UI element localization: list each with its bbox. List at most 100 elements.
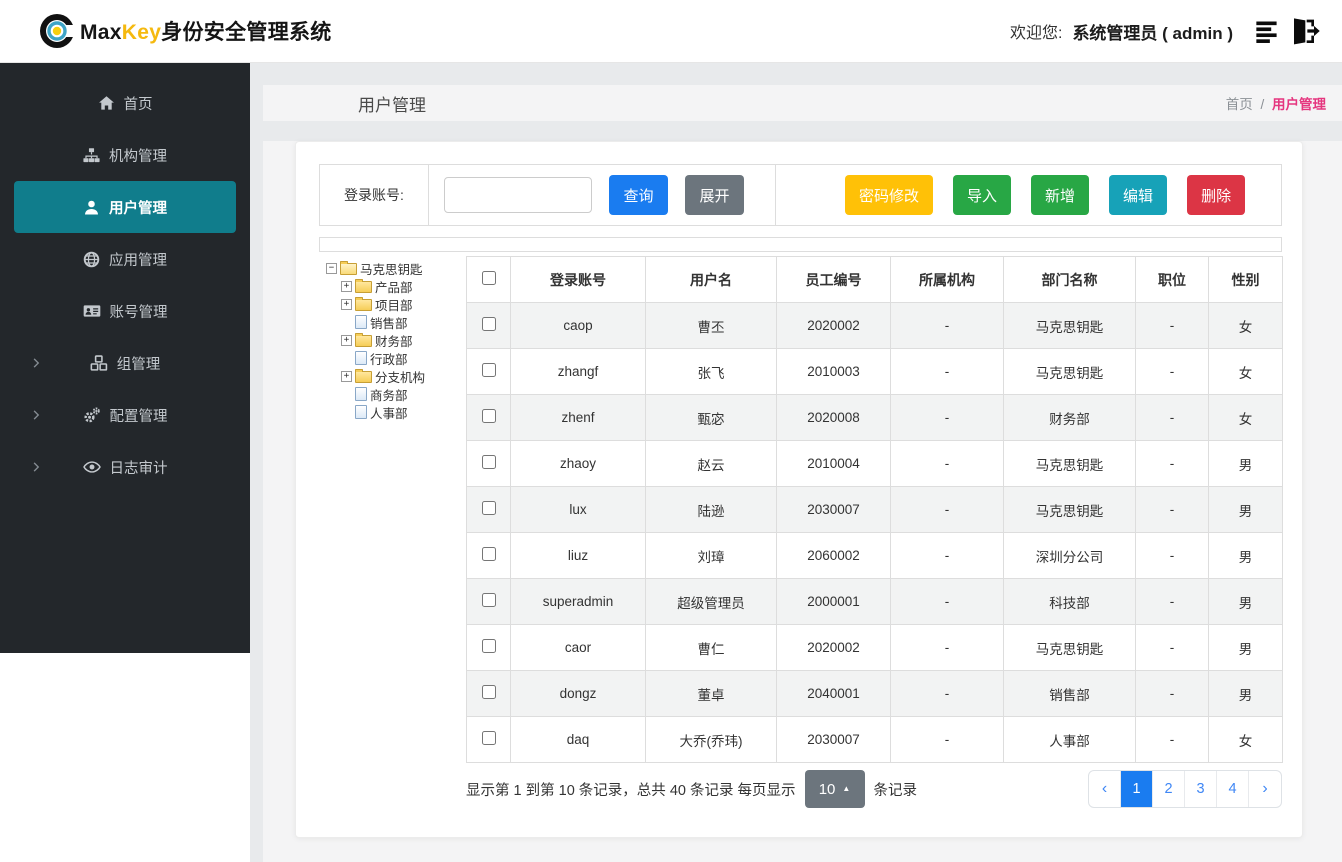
row-checkbox[interactable]: [481, 731, 496, 745]
row-checkbox[interactable]: [481, 547, 496, 561]
row-checkbox[interactable]: [481, 501, 496, 515]
expand-icon[interactable]: +: [341, 370, 352, 382]
table-cell: 男: [1208, 532, 1283, 579]
table-cell: 深圳分公司: [1003, 532, 1136, 579]
table-row-superadmin[interactable]: superadmin 超级管理员 2000001- 科技部 - 男: [466, 578, 1283, 625]
column-header[interactable]: 职位: [1135, 256, 1209, 303]
column-header[interactable]: 用户名: [645, 256, 777, 303]
table-cell: 女: [1208, 348, 1283, 395]
tree-node-0[interactable]: + 产品部: [341, 277, 476, 295]
pagination-page-1[interactable]: 1: [1121, 771, 1153, 807]
chevron-right-icon[interactable]: [30, 409, 42, 421]
table-cell: -: [1135, 578, 1209, 625]
file-icon: [355, 351, 367, 365]
file-icon: [355, 387, 367, 401]
table-cell: caop: [510, 302, 646, 349]
sidebar-item-home[interactable]: 首页: [0, 77, 250, 129]
pagination-page-4[interactable]: 4: [1217, 771, 1249, 807]
row-checkbox[interactable]: [481, 363, 496, 377]
table-cell: -: [890, 716, 1004, 763]
table-row-zhaoy[interactable]: zhaoy 赵云 2010004- 马克思钥匙 - 男: [466, 440, 1283, 487]
table-row-zhenf[interactable]: zhenf 甄宓 2020008- 财务部 - 女: [466, 394, 1283, 441]
table-row-zhangf[interactable]: zhangf 张飞 2010003- 马克思钥匙 - 女: [466, 348, 1283, 395]
tree-node-label: 商务部: [370, 388, 408, 403]
password-change-button[interactable]: 密码修改: [845, 175, 934, 215]
row-checkbox[interactable]: [481, 317, 496, 331]
tree-node-1[interactable]: + 项目部: [341, 295, 476, 313]
sidebar-item-groups[interactable]: 组管理: [0, 337, 250, 389]
sidebar-item-org[interactable]: 机构管理: [0, 129, 250, 181]
tree-node-root[interactable]: − 马克思钥匙: [326, 259, 476, 277]
breadcrumb-home-link[interactable]: 首页: [1226, 97, 1253, 112]
pagination-prev[interactable]: ‹: [1089, 771, 1121, 807]
page-size-value: 10: [818, 780, 836, 798]
pagination-page-2[interactable]: 2: [1153, 771, 1185, 807]
tree-node-2[interactable]: 销售部: [341, 313, 476, 331]
chevron-right-icon[interactable]: [30, 461, 42, 473]
column-header[interactable]: 部门名称: [1003, 256, 1136, 303]
menu-list-icon[interactable]: [1255, 18, 1282, 45]
tree-node-5[interactable]: + 分支机构: [341, 367, 476, 385]
row-checkbox[interactable]: [481, 685, 496, 699]
pagination-page-3[interactable]: 3: [1185, 771, 1217, 807]
column-header[interactable]: 登录账号: [510, 256, 646, 303]
page-size-dropdown[interactable]: 10 ▲: [804, 770, 865, 808]
column-header[interactable]: 所属机构: [890, 256, 1004, 303]
row-checkbox[interactable]: [481, 593, 496, 607]
login-account-input[interactable]: [444, 177, 592, 213]
top-navbar: MaxKey身份安全管理系统 欢迎您: 系统管理员 ( admin ): [0, 0, 1342, 63]
summary-prefix: 显示第 1 到第 10 条记录，总共 40 条记录 每页显示: [466, 782, 796, 799]
column-header[interactable]: 员工编号: [776, 256, 891, 303]
app-root: MaxKey身份安全管理系统 欢迎您: 系统管理员 ( admin ) 首页 机…: [0, 0, 1342, 862]
file-icon: [355, 405, 367, 419]
table-cell: 2020002: [776, 624, 891, 671]
add-button[interactable]: 新增: [1031, 175, 1090, 215]
sidebar-gutter: [250, 63, 263, 862]
tree-node-4[interactable]: 行政部: [341, 349, 476, 367]
table-cell: 女: [1208, 716, 1283, 763]
logout-icon[interactable]: [1288, 15, 1320, 47]
collapse-icon[interactable]: −: [326, 262, 337, 274]
tree-node-7[interactable]: 人事部: [341, 403, 476, 421]
expand-icon[interactable]: +: [341, 298, 352, 310]
edit-button[interactable]: 编辑: [1109, 175, 1168, 215]
tree-node-label: 财务部: [375, 334, 413, 349]
sidebar-item-accounts[interactable]: 账号管理: [0, 285, 250, 337]
sidebar-item-apps[interactable]: 应用管理: [0, 233, 250, 285]
sidebar-item-users[interactable]: 用户管理: [14, 181, 236, 233]
table-row-caop[interactable]: caop 曹丕 2020002- 马克思钥匙 - 女: [466, 302, 1283, 349]
table-row-liuz[interactable]: liuz 刘璋 2060002- 深圳分公司 - 男: [466, 532, 1283, 579]
table-row-daq[interactable]: daq 大乔(乔玮) 2030007- 人事部 - 女: [466, 716, 1283, 763]
table-cell: -: [1135, 348, 1209, 395]
import-button[interactable]: 导入: [953, 175, 1012, 215]
globe-icon: [83, 251, 100, 268]
table-cell: -: [1135, 302, 1209, 349]
table-cell: 2010004: [776, 440, 891, 487]
select-all-checkbox[interactable]: [481, 271, 496, 285]
row-select-cell: [466, 486, 511, 533]
expand-button[interactable]: 展开: [685, 175, 744, 215]
query-button[interactable]: 查询: [609, 175, 668, 215]
table-row-dongz[interactable]: dongz 董卓 2040001- 销售部 - 男: [466, 670, 1283, 717]
tree-node-6[interactable]: 商务部: [341, 385, 476, 403]
table-cell: -: [890, 578, 1004, 625]
table-cell: 马克思钥匙: [1003, 624, 1136, 671]
row-checkbox[interactable]: [481, 409, 496, 423]
column-header[interactable]: 性别: [1208, 256, 1283, 303]
sidebar-item-audit[interactable]: 日志审计: [0, 441, 250, 493]
expand-icon[interactable]: +: [341, 334, 352, 346]
sidebar-item-label: 配置管理: [109, 408, 168, 425]
app-title: MaxKey身份安全管理系统: [80, 21, 332, 44]
table-cell: -: [890, 394, 1004, 441]
pagination-next[interactable]: ›: [1249, 771, 1281, 807]
table-row-caor[interactable]: caor 曹仁 2020002- 马克思钥匙 - 男: [466, 624, 1283, 671]
chevron-right-icon[interactable]: [30, 357, 42, 369]
tree-node-3[interactable]: + 财务部: [341, 331, 476, 349]
sidebar-item-config[interactable]: 配置管理: [0, 389, 250, 441]
table-row-lux[interactable]: lux 陆逊 2030007- 马克思钥匙 - 男: [466, 486, 1283, 533]
expand-icon[interactable]: +: [341, 280, 352, 292]
delete-button[interactable]: 删除: [1187, 175, 1246, 215]
row-checkbox[interactable]: [481, 455, 496, 469]
row-checkbox[interactable]: [481, 639, 496, 653]
